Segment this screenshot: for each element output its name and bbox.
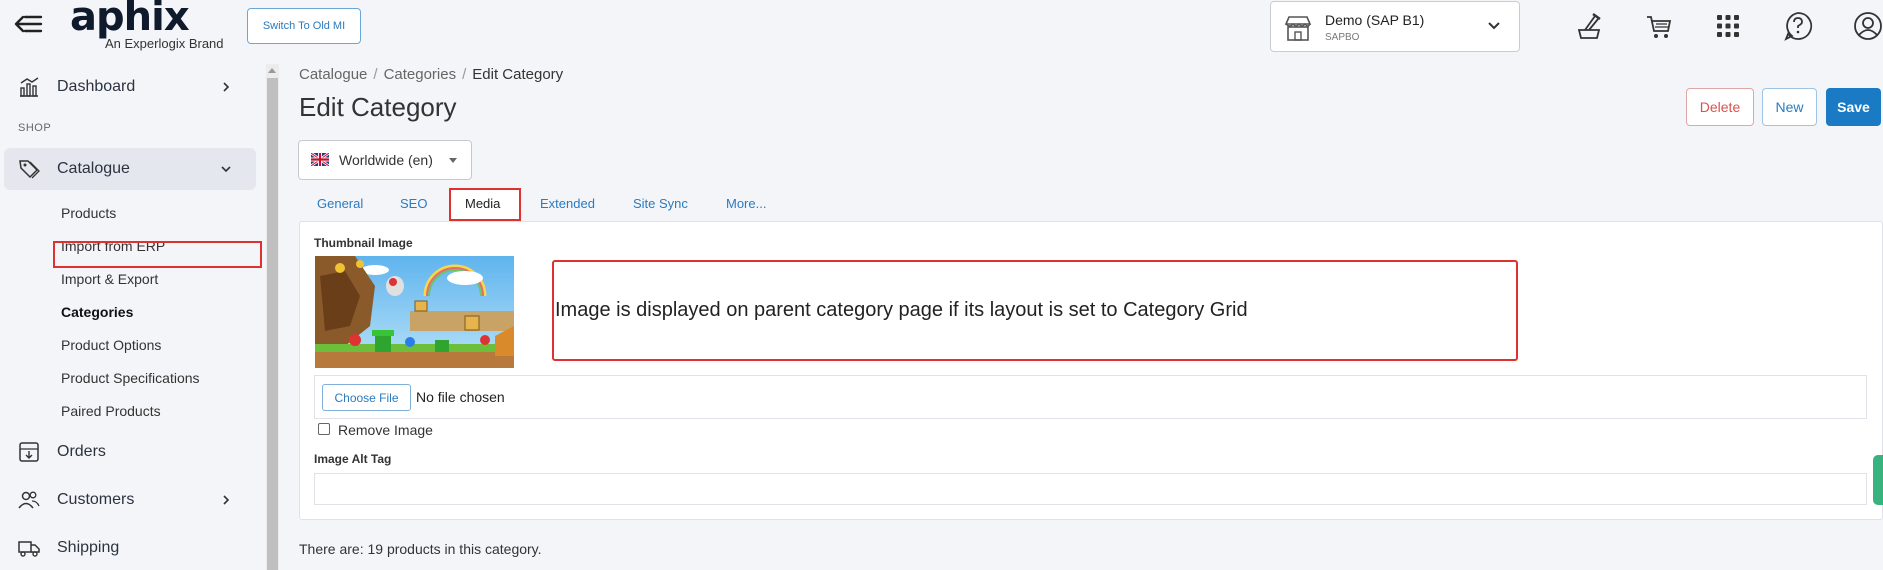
scroll-up-arrow-icon[interactable]	[268, 68, 276, 73]
language-selector[interactable]: Worldwide (en)	[298, 140, 472, 180]
remove-image-label[interactable]: Remove Image	[338, 422, 433, 438]
sidebar-item-label: Dashboard	[57, 78, 136, 95]
breadcrumb-separator: /	[373, 66, 378, 83]
customers-icon	[18, 491, 40, 509]
help-icon[interactable]	[1782, 10, 1814, 42]
thumbnail-image-label: Thumbnail Image	[314, 236, 413, 250]
cart-icon[interactable]	[1643, 10, 1675, 42]
image-alt-tag-input[interactable]	[314, 473, 1867, 505]
file-status-text: No file chosen	[416, 389, 505, 405]
sidebar-subitem-product-specifications[interactable]: Product Specifications	[61, 370, 200, 386]
tags-icon	[19, 160, 40, 179]
tab-extended[interactable]: Extended	[540, 196, 595, 211]
tab-general[interactable]: General	[317, 196, 363, 211]
tab-site-sync[interactable]: Site Sync	[633, 196, 688, 211]
chevron-right-icon	[223, 495, 230, 505]
sidebar-scrollbar[interactable]	[266, 64, 279, 570]
sidebar-subitem-product-options[interactable]: Product Options	[61, 337, 161, 353]
store-selector[interactable]: Demo (SAP B1) SAPBO	[1270, 1, 1520, 52]
breadcrumb-separator: /	[462, 66, 467, 83]
callout-text: Image is displayed on parent category pa…	[555, 299, 1248, 321]
logo-wordmark: aphix	[70, 0, 190, 40]
breadcrumb-current: Edit Category	[472, 66, 564, 83]
orders-box-icon	[19, 442, 39, 462]
sidebar-item-catalogue[interactable]: Catalogue	[4, 148, 256, 190]
top-bar: aphix An Experlogix Brand Switch To Old …	[0, 0, 1883, 52]
brush-cart-icon[interactable]	[1573, 10, 1605, 42]
sidebar-subitem-import-export[interactable]: Import & Export	[61, 271, 158, 287]
uk-flag-icon	[311, 153, 329, 166]
chevron-down-icon	[221, 166, 231, 173]
breadcrumb-categories[interactable]: Categories	[384, 66, 457, 83]
sidebar-subitem-paired-products[interactable]: Paired Products	[61, 403, 161, 419]
new-button[interactable]: New	[1762, 88, 1817, 126]
page-title: Edit Category	[299, 92, 457, 122]
chevron-down-icon	[1488, 22, 1500, 30]
side-widget-tab[interactable]	[1873, 455, 1883, 505]
breadcrumb: Catalogue / Categories / Edit Category	[299, 66, 563, 83]
tab-more[interactable]: More...	[726, 196, 766, 211]
truck-icon	[18, 541, 40, 557]
user-account-icon[interactable]	[1852, 10, 1883, 42]
scrollbar-thumb[interactable]	[267, 78, 278, 570]
sidebar-item-shipping[interactable]: Shipping	[4, 527, 256, 569]
collapse-menu-icon[interactable]	[14, 12, 44, 36]
sidebar-item-label: Catalogue	[57, 160, 130, 177]
thumbnail-image	[315, 256, 514, 368]
choose-file-button[interactable]: Choose File	[322, 384, 411, 411]
caret-down-icon	[449, 158, 457, 163]
remove-image-checkbox[interactable]	[318, 423, 330, 435]
sidebar: Dashboard SHOP Catalogue Products Import…	[0, 60, 266, 570]
sidebar-item-label: Shipping	[57, 539, 120, 556]
sidebar-subitem-categories[interactable]: Categories	[61, 304, 133, 320]
language-label: Worldwide (en)	[339, 152, 433, 168]
chevron-right-icon	[223, 82, 230, 92]
categories-highlight-box	[53, 241, 262, 268]
file-upload-row: Choose File No file chosen	[314, 375, 1867, 419]
sidebar-item-orders[interactable]: Orders	[4, 431, 256, 473]
sidebar-item-customers[interactable]: Customers	[4, 479, 256, 521]
media-info-callout: Image is displayed on parent category pa…	[552, 260, 1518, 361]
breadcrumb-catalogue[interactable]: Catalogue	[299, 66, 367, 83]
storefront-icon	[1284, 16, 1312, 41]
tab-seo[interactable]: SEO	[400, 196, 427, 211]
sidebar-subitem-products[interactable]: Products	[61, 205, 116, 221]
dashboard-chart-icon	[20, 77, 39, 97]
store-name: Demo (SAP B1)	[1325, 12, 1425, 28]
sidebar-item-label: Customers	[57, 491, 135, 508]
section-label-shop: SHOP	[18, 122, 52, 134]
switch-to-old-mi-button[interactable]: Switch To Old MI	[247, 8, 361, 44]
image-alt-tag-label: Image Alt Tag	[314, 452, 392, 466]
sidebar-item-dashboard[interactable]: Dashboard	[4, 66, 256, 108]
tab-media[interactable]: Media	[465, 196, 500, 211]
store-code: SAPBO	[1325, 32, 1360, 43]
sidebar-item-label: Orders	[57, 443, 106, 460]
category-product-count: There are: 19 products in this category.	[299, 541, 542, 557]
delete-button[interactable]: Delete	[1686, 88, 1754, 126]
logo-subtitle: An Experlogix Brand	[105, 36, 224, 51]
apps-grid-icon[interactable]	[1712, 10, 1744, 42]
aphix-logo[interactable]: aphix An Experlogix Brand	[70, 0, 240, 52]
save-button[interactable]: Save	[1826, 88, 1881, 126]
